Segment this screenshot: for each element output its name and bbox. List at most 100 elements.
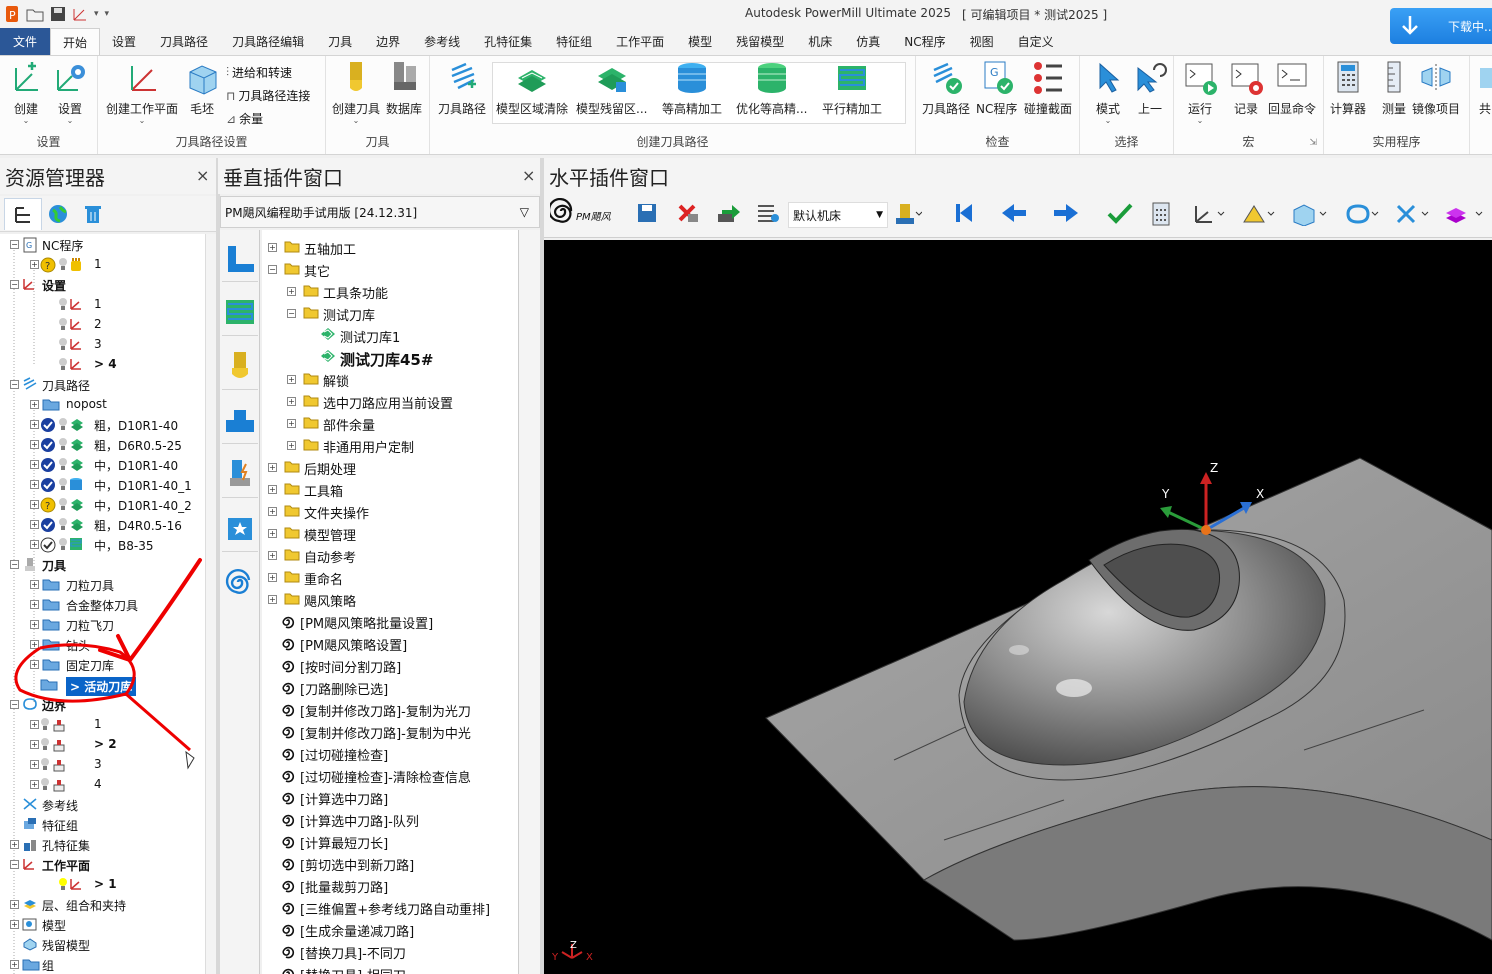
- mirror-items-button[interactable]: 镜像项目: [1412, 60, 1460, 117]
- expand-toggle-icon[interactable]: +: [30, 480, 39, 489]
- expand-toggle-icon[interactable]: +: [30, 640, 39, 649]
- record-macro-button[interactable]: 记录: [1228, 60, 1264, 117]
- expand-toggle-icon[interactable]: −: [10, 280, 19, 289]
- run-macro-button[interactable]: 运行 ⌄: [1182, 60, 1218, 125]
- expand-toggle-icon[interactable]: +: [30, 440, 39, 449]
- tree-view-icon[interactable]: [4, 198, 42, 230]
- plugin-tree-row[interactable]: + 模型管理: [262, 522, 518, 544]
- expand-toggle-icon[interactable]: +: [30, 520, 39, 529]
- qat-dropdown-icon[interactable]: ▾: [94, 9, 99, 19]
- explorer-row[interactable]: + 粗，D10R1-40: [0, 415, 205, 435]
- plugin-tree-row[interactable]: [复制并修改刀路]-复制为光刀: [262, 698, 518, 720]
- tab-view[interactable]: 视图: [958, 28, 1006, 55]
- workplane-dropdown-icon[interactable]: [1192, 202, 1226, 229]
- explorer-row[interactable]: 2: [0, 315, 205, 335]
- plugin-side-btn-6[interactable]: [222, 504, 258, 552]
- tab-file[interactable]: 文件: [0, 28, 51, 55]
- explorer-row[interactable]: > 1: [0, 875, 205, 895]
- explorer-row[interactable]: − 刀具: [0, 555, 205, 575]
- plugin-tree-row[interactable]: [过切碰撞检查]: [262, 742, 518, 764]
- calculator-button[interactable]: 计算器: [1330, 60, 1366, 117]
- delete-x-icon[interactable]: [676, 202, 700, 227]
- list-settings-icon[interactable]: [756, 202, 780, 227]
- tool-database-button[interactable]: 数据库: [386, 60, 422, 117]
- model-area-clearance-button[interactable]: 模型区域清除: [496, 60, 568, 117]
- explorer-row[interactable]: + nopost: [0, 395, 205, 415]
- expand-toggle-icon[interactable]: +: [30, 500, 39, 509]
- qat-customize-icon[interactable]: ▾: [105, 9, 110, 19]
- tab-simulation[interactable]: 仿真: [844, 28, 892, 55]
- expand-toggle-icon[interactable]: +: [10, 960, 19, 969]
- expand-toggle-icon[interactable]: +: [287, 397, 296, 406]
- explorer-row[interactable]: +4: [0, 775, 205, 795]
- tab-toolpath-edit[interactable]: 刀具路径编辑: [220, 28, 316, 55]
- calculator-small-icon[interactable]: [1150, 202, 1172, 229]
- expand-toggle-icon[interactable]: +: [10, 900, 19, 909]
- tab-nc-program[interactable]: NC程序: [892, 28, 957, 55]
- expand-toggle-icon[interactable]: +: [30, 600, 39, 609]
- plugin-tree-row[interactable]: − 测试刀库: [262, 302, 518, 324]
- echo-commands-button[interactable]: 回显命令: [1268, 60, 1316, 117]
- globe-icon[interactable]: [48, 204, 68, 227]
- expand-toggle-icon[interactable]: −: [10, 860, 19, 869]
- model-rest-clearance-button[interactable]: 模型残留区...: [576, 60, 647, 117]
- plugin-tree-row[interactable]: + 解锁: [262, 368, 518, 390]
- collision-section-button[interactable]: 碰撞截面: [1024, 60, 1072, 117]
- expand-toggle-icon[interactable]: +: [30, 420, 39, 429]
- boundary-dropdown-icon[interactable]: [1344, 202, 1380, 229]
- plugin-tree-row[interactable]: + 文件夹操作: [262, 500, 518, 522]
- plugin-tree-row[interactable]: + 工具条功能: [262, 280, 518, 302]
- plugin-tree-row[interactable]: − 其它: [262, 258, 518, 280]
- tab-machine[interactable]: 机床: [796, 28, 844, 55]
- expand-toggle-icon[interactable]: +: [287, 287, 296, 296]
- plugin-tree-row[interactable]: + 飓风策略: [262, 588, 518, 610]
- block-dropdown-icon[interactable]: [1292, 202, 1328, 229]
- pattern-dropdown-icon[interactable]: [1242, 202, 1276, 229]
- toolpath-strategy-button[interactable]: 刀具路径: [438, 60, 486, 117]
- tab-model[interactable]: 模型: [676, 28, 724, 55]
- plugin-tree-row[interactable]: + 五轴加工: [262, 236, 518, 258]
- plugin-tree-row[interactable]: [三维偏置+参考线刀路自动重排]: [262, 896, 518, 918]
- explorer-row[interactable]: +1: [0, 715, 205, 735]
- explorer-row[interactable]: + 中，D10R1-40_1: [0, 475, 205, 495]
- check-nc-button[interactable]: G NC程序: [976, 60, 1017, 117]
- explorer-row[interactable]: + 固定刀库: [0, 655, 205, 675]
- create-button[interactable]: 创建 ⌄: [8, 60, 44, 125]
- plugin-tree-row[interactable]: [替换刀具]-相同刀: [262, 962, 518, 974]
- thickness-button[interactable]: ⊿ 余量: [226, 110, 263, 127]
- explorer-row[interactable]: + 中，D10R1-40: [0, 455, 205, 475]
- expand-toggle-icon[interactable]: +: [268, 485, 277, 494]
- explorer-row[interactable]: 残留模型: [0, 935, 205, 955]
- expand-toggle-icon[interactable]: +: [268, 551, 277, 560]
- expand-toggle-icon[interactable]: +: [268, 529, 277, 538]
- explorer-row[interactable]: + 组: [0, 955, 205, 974]
- tab-toolpaths[interactable]: 刀具路径: [148, 28, 220, 55]
- explorer-row[interactable]: +? 中，D10R1-40_2: [0, 495, 205, 515]
- tab-boundary[interactable]: 边界: [364, 28, 412, 55]
- explorer-row[interactable]: − 设置: [0, 275, 205, 295]
- expand-toggle-icon[interactable]: +: [287, 375, 296, 384]
- explorer-row[interactable]: > 4: [0, 355, 205, 375]
- plugin-tree-row[interactable]: [PM飓风策略批量设置]: [262, 610, 518, 632]
- explorer-row[interactable]: + 粗，D6R0.5-25: [0, 435, 205, 455]
- explorer-row[interactable]: − 工作平面: [0, 855, 205, 875]
- plugin-tree-row[interactable]: [刀路删除已选]: [262, 676, 518, 698]
- tab-tool[interactable]: 刀具: [316, 28, 364, 55]
- explorer-row[interactable]: 参考线: [0, 795, 205, 815]
- tab-home[interactable]: 开始: [50, 28, 101, 55]
- create-workplane-button[interactable]: 创建工作平面 ⌄: [106, 60, 178, 125]
- explorer-row[interactable]: + 层、组合和夹持: [0, 895, 205, 915]
- tab-stock-model[interactable]: 残留模型: [724, 28, 796, 55]
- tab-holes[interactable]: 孔特征集: [472, 28, 544, 55]
- plugin-tree-row[interactable]: + 重命名: [262, 566, 518, 588]
- plugin-tree-row[interactable]: + 工具箱: [262, 478, 518, 500]
- optimised-constant-z-button[interactable]: 优化等高精...: [736, 60, 807, 117]
- tab-customize[interactable]: 自定义: [1006, 28, 1066, 55]
- plugin-scrollbar[interactable]: [518, 230, 540, 974]
- expand-toggle-icon[interactable]: +: [30, 460, 39, 469]
- explorer-row[interactable]: + 模型: [0, 915, 205, 935]
- plugin-side-btn-7[interactable]: [222, 558, 258, 606]
- tool-holder-icon[interactable]: [892, 202, 923, 229]
- constant-z-finishing-button[interactable]: 等高精加工: [662, 60, 722, 117]
- plugin-tree-row[interactable]: [过切碰撞检查]-清除检查信息: [262, 764, 518, 786]
